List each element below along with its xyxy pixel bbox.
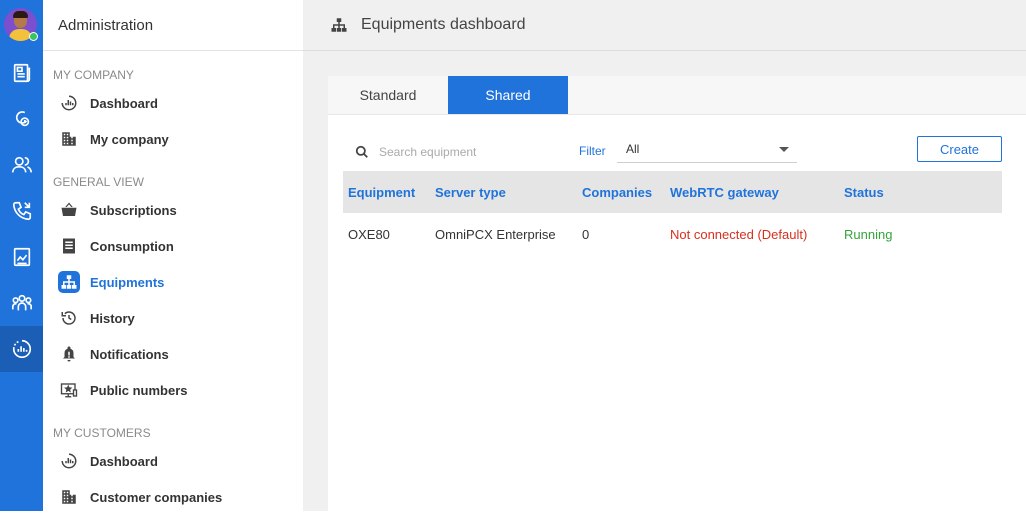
- sidebar-item-dashboard[interactable]: Dashboard: [43, 85, 303, 121]
- sidebar-item-label: My company: [90, 131, 169, 147]
- icon-rail: [0, 0, 43, 511]
- tab-bar: Standard Shared: [328, 76, 1026, 115]
- filter-label: Filter: [579, 144, 606, 158]
- sidebar-item-consumption[interactable]: Consumption: [43, 228, 303, 264]
- filter-value: All: [626, 142, 640, 156]
- column-header-companies[interactable]: Companies: [577, 171, 665, 213]
- tab-standard[interactable]: Standard: [328, 76, 448, 114]
- toolbar: Filter All Create: [328, 136, 1026, 166]
- history-icon: [58, 307, 80, 329]
- sidebar-item-label: Notifications: [90, 346, 169, 362]
- rail-calls-button[interactable]: [0, 188, 43, 234]
- search-input[interactable]: [379, 145, 549, 159]
- sidebar-item-label: Public numbers: [90, 382, 188, 398]
- sidebar-item-my-company[interactable]: My company: [43, 121, 303, 157]
- bell-alert-icon: [58, 343, 80, 365]
- building-icon: [58, 128, 80, 150]
- rail-telephony-button[interactable]: [0, 96, 43, 142]
- hierarchy-icon: [58, 271, 80, 293]
- page-title: Equipments dashboard: [361, 16, 526, 33]
- rail-groups-button[interactable]: [0, 280, 43, 326]
- phone-call-icon: [12, 201, 31, 221]
- equipments-card: Standard Shared Filter All Create Equipm…: [328, 76, 1026, 511]
- sidebar-item-subscriptions[interactable]: Subscriptions: [43, 192, 303, 228]
- section-title-my-customers: MY CUSTOMERS: [53, 426, 151, 440]
- groups-icon: [11, 294, 32, 311]
- rail-users-button[interactable]: [0, 142, 43, 188]
- table-row[interactable]: OXE80 OmniPCX Enterprise 0 Not connected…: [343, 213, 1002, 255]
- sidebar-item-notifications[interactable]: Notifications: [43, 336, 303, 372]
- dashboard-icon: [12, 339, 31, 359]
- section-title-my-company: MY COMPANY: [53, 68, 134, 82]
- filter-select[interactable]: All: [617, 136, 797, 163]
- cell-server-type: OmniPCX Enterprise: [435, 226, 556, 242]
- sidebar-item-label: Dashboard: [90, 95, 158, 111]
- building-icon: [58, 486, 80, 508]
- sidebar-item-label: History: [90, 310, 135, 326]
- telephony-settings-icon: [15, 111, 29, 127]
- dashboard-icon: [58, 450, 80, 472]
- sidebar-item-label: Consumption: [90, 238, 174, 254]
- caret-down-icon: [779, 147, 789, 152]
- cell-status: Running: [844, 226, 893, 242]
- page-header: Equipments dashboard: [303, 0, 1026, 51]
- equipments-table: Equipment Server type Companies WebRTC g…: [343, 171, 1002, 255]
- cell-equipment: OXE80: [348, 226, 390, 242]
- sidebar-item-public-numbers[interactable]: Public numbers: [43, 372, 303, 408]
- monitor-star-icon: [58, 379, 80, 401]
- table-header-row: Equipment Server type Companies WebRTC g…: [343, 171, 1002, 213]
- sidebar-item-customers-dashboard[interactable]: Dashboard: [43, 443, 303, 479]
- section-title-general-view: GENERAL VIEW: [53, 175, 144, 189]
- sidebar-item-customer-companies[interactable]: Customer companies: [43, 479, 303, 515]
- sidebar-item-label: Subscriptions: [90, 202, 177, 218]
- create-button[interactable]: Create: [917, 136, 1002, 162]
- cell-companies: 0: [582, 226, 590, 242]
- sidebar-title: Administration: [43, 0, 303, 51]
- column-header-webrtc-gateway[interactable]: WebRTC gateway: [665, 171, 839, 213]
- search-icon: [355, 145, 368, 158]
- list-document-icon: [58, 235, 80, 257]
- users-icon: [11, 156, 32, 173]
- cell-webrtc-gateway: Not connected (Default): [670, 226, 808, 242]
- search-box: [355, 141, 555, 163]
- rail-news-button[interactable]: [0, 50, 43, 96]
- main-content: Equipments dashboard Standard Shared Fil…: [303, 0, 1026, 511]
- column-header-status[interactable]: Status: [839, 171, 1002, 213]
- basket-icon: [58, 199, 80, 221]
- sidebar-item-equipments[interactable]: Equipments: [43, 264, 303, 300]
- dashboard-icon: [58, 92, 80, 114]
- sidebar-item-label: Customer companies: [90, 489, 223, 505]
- tab-shared[interactable]: Shared: [448, 76, 568, 114]
- rail-reports-button[interactable]: [0, 234, 43, 280]
- presence-online-icon: [29, 32, 38, 41]
- hierarchy-icon: [331, 18, 347, 32]
- column-header-server-type[interactable]: Server type: [430, 171, 577, 213]
- admin-sidebar: Administration MY COMPANY Dashboard My c…: [43, 0, 303, 511]
- sidebar-item-history[interactable]: History: [43, 300, 303, 336]
- sidebar-item-label: Equipments: [90, 274, 165, 290]
- column-header-equipment[interactable]: Equipment: [343, 171, 430, 213]
- report-icon: [13, 247, 30, 267]
- news-icon: [13, 63, 30, 83]
- rail-dashboard-button[interactable]: [0, 326, 43, 372]
- sidebar-item-label: Dashboard: [90, 453, 158, 469]
